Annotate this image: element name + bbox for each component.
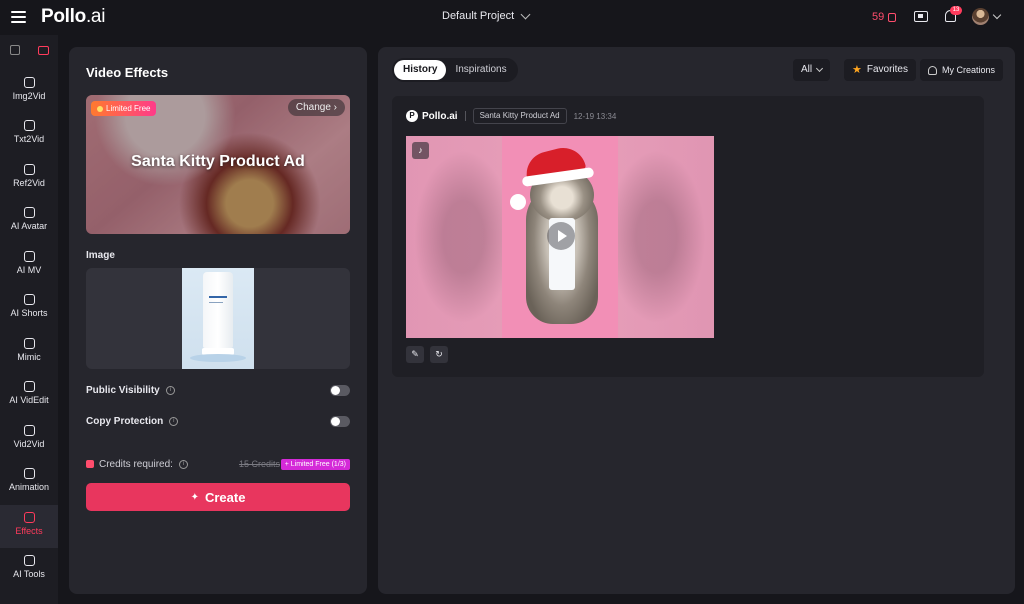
video-mode-button[interactable] [29,35,58,65]
user-icon [928,65,937,75]
video-edit-icon [23,381,35,392]
effects-icon [23,512,35,523]
chevron-down-icon [816,64,824,73]
mode-switch [0,35,58,65]
shorts-icon [23,294,35,305]
notification-badge: 13 [950,6,962,15]
sidebar-item-animation[interactable]: Animation [0,461,58,504]
animation-icon [23,468,35,479]
vid2vid-icon [23,425,35,436]
copy-protection-row: Copy Protection i [86,413,350,429]
project-name: Default Project [442,10,515,22]
info-icon[interactable]: i [178,459,188,469]
image-mode-button[interactable] [0,35,29,65]
copy-protection-toggle[interactable] [330,415,350,427]
sidebar-item-txt2vid[interactable]: Txt2Vid [0,113,58,156]
info-icon[interactable]: i [165,385,175,395]
filter-all-dropdown[interactable]: All [793,59,831,81]
timestamp: 12-19 13:34 [573,111,617,121]
chevron-down-icon [520,9,531,20]
tube-label-line [209,296,227,298]
play-icon[interactable] [547,222,575,250]
ref2vid-icon [23,164,35,175]
coin-icon [888,12,897,22]
project-selector[interactable]: Default Project [442,9,531,22]
coin-icon [86,460,94,468]
tab-inspirations[interactable]: Inspirations [446,60,515,80]
sidebar-item-vid2vid[interactable]: Vid2Vid [0,418,58,461]
effect-tag[interactable]: Santa Kitty Product Ad [472,108,567,124]
img2vid-icon [23,77,35,88]
sidebar-item-mimic[interactable]: Mimic [0,331,58,374]
sidebar-item-ai-videdit[interactable]: AI VidEdit [0,374,58,417]
ticket-icon[interactable] [914,11,928,22]
sidebar-item-ai-avatar[interactable]: AI Avatar [0,200,58,243]
sparkle-icon: ✦ [190,491,199,503]
pedestal [190,354,246,362]
create-button[interactable]: ✦ Create [86,483,350,511]
menu-icon[interactable] [11,11,26,23]
avatar-icon [23,207,35,218]
tab-history[interactable]: History [394,60,447,80]
image-icon [9,45,20,55]
panel-title: Video Effects [86,65,169,80]
logo[interactable]: Pollo.ai [41,6,105,28]
sidebar-item-img2vid[interactable]: Img2Vid [0,70,58,113]
tiktok-icon[interactable]: ♪ [412,142,429,159]
edit-icon[interactable]: ✎ [406,346,424,363]
effect-preview-card[interactable]: Limited Free Change › Santa Kitty Produc… [86,95,350,234]
sidebar-item-effects[interactable]: Effects [0,505,58,548]
tools-icon [23,555,35,566]
change-effect-button[interactable]: Change › [287,99,345,116]
image-label: Image [86,250,115,261]
chevron-down-icon[interactable] [992,10,1002,20]
sidebar-item-ai-mv[interactable]: AI MV [0,244,58,287]
blur-right [618,136,714,338]
mimic-icon [23,338,35,349]
regenerate-icon[interactable]: ↻ [430,346,448,363]
image-upload-area[interactable] [86,268,350,369]
music-video-icon [23,251,35,262]
video-preview[interactable]: ♪ [406,136,714,338]
video-effects-panel: Video Effects Limited Free Change › Sant… [69,47,367,594]
hat-pompom [510,194,526,210]
public-visibility-toggle[interactable] [330,384,350,396]
divider [464,111,466,121]
top-bar: Pollo.ai Default Project 59 13 [0,0,1024,35]
clock-icon [97,105,103,112]
card-header: P Pollo.ai Santa Kitty Product Ad 12-19 … [406,108,616,124]
favorites-button[interactable]: ★ Favorites [844,59,916,81]
sidebar-item-ref2vid[interactable]: Ref2Vid [0,157,58,200]
info-icon[interactable]: i [169,416,179,426]
credits-balance[interactable]: 59 [872,11,897,23]
tube-label-line [209,302,223,303]
video-icon [38,45,49,55]
tabs: History Inspirations [392,58,518,82]
star-icon: ★ [852,64,862,76]
avatar[interactable] [972,8,989,25]
my-creations-button[interactable]: My Creations [920,59,1004,81]
sidebar: Img2Vid Txt2Vid Ref2Vid AI Avatar AI MV … [0,35,58,604]
effect-name: Santa Kitty Product Ad [131,153,305,170]
sidebar-item-ai-tools[interactable]: AI Tools [0,548,58,591]
limited-free-label: + Limited Free (1/3) [280,458,350,470]
credits-required-row: Credits required: i 15 Credits + Limited… [86,457,350,471]
tube-shape [203,272,233,348]
product-image [182,268,254,369]
limited-free-badge: Limited Free [91,101,157,116]
txt2vid-icon [23,120,35,131]
pollo-logo-icon: P [406,110,418,122]
results-panel: History Inspirations All ★ Favorites My … [378,47,1015,594]
history-card: P Pollo.ai Santa Kitty Product Ad 12-19 … [392,96,984,377]
original-credits: 15 Credits [238,459,280,469]
blur-left [406,136,502,338]
sidebar-item-ai-shorts[interactable]: AI Shorts [0,287,58,330]
public-visibility-row: Public Visibility i [86,382,350,398]
